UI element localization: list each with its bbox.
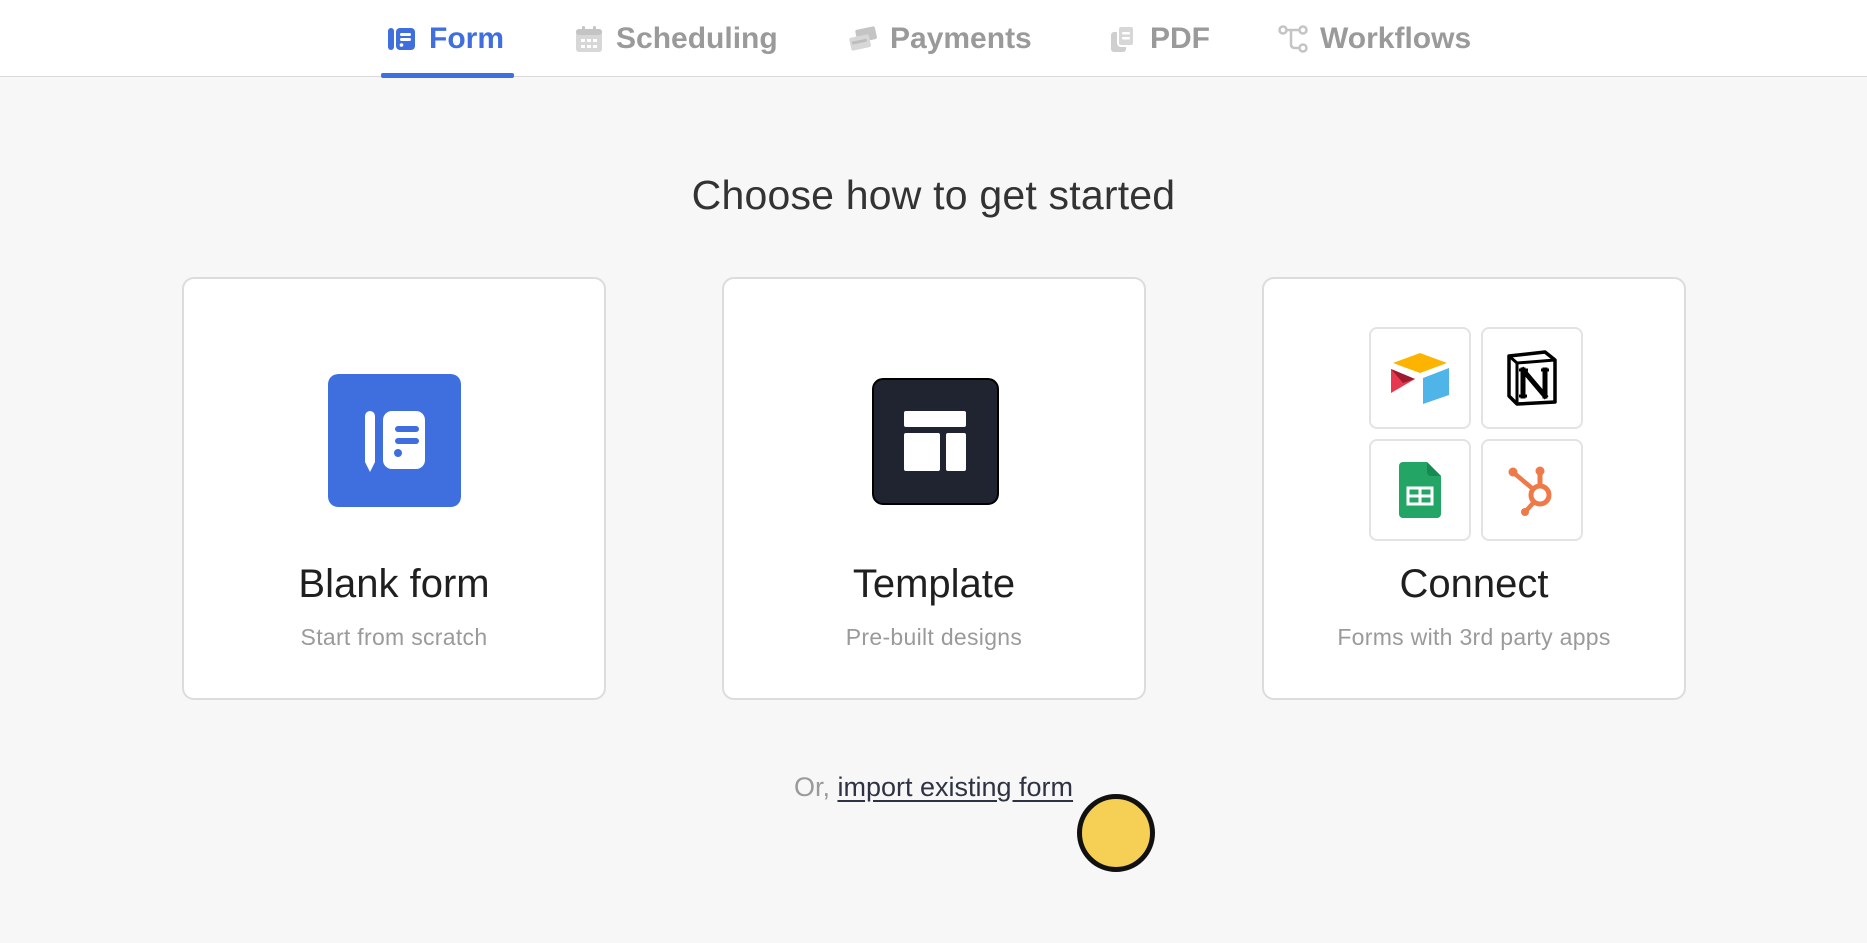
card-title: Connect bbox=[1399, 562, 1549, 606]
template-layout-icon bbox=[872, 378, 999, 505]
google-sheets-tile bbox=[1369, 439, 1471, 541]
hubspot-tile bbox=[1481, 439, 1583, 541]
calendar-icon bbox=[576, 25, 602, 52]
airtable-icon bbox=[1391, 353, 1449, 404]
cursor-indicator bbox=[1077, 794, 1155, 872]
tab-label: Workflows bbox=[1320, 21, 1472, 55]
pdf-icon bbox=[1111, 24, 1135, 52]
card-title: Template bbox=[852, 562, 1016, 606]
card-subtitle: Start from scratch bbox=[300, 624, 488, 650]
page-title: Choose how to get started bbox=[691, 172, 1176, 218]
card-title: Blank form bbox=[298, 562, 490, 606]
connect-card[interactable]: Connect Forms with 3rd party apps bbox=[1262, 277, 1686, 700]
import-existing-form-link[interactable]: import existing form bbox=[837, 772, 1073, 802]
import-prefix: Or, bbox=[793, 772, 830, 802]
card-subtitle: Pre-built designs bbox=[845, 624, 1023, 650]
tab-pdf[interactable]: PDF bbox=[1102, 0, 1216, 77]
workflow-icon bbox=[1278, 24, 1308, 53]
tab-form[interactable]: Form bbox=[381, 0, 514, 78]
template-card[interactable]: Template Pre-built designs bbox=[722, 277, 1146, 700]
airtable-tile bbox=[1369, 327, 1471, 429]
tab-scheduling[interactable]: Scheduling bbox=[568, 0, 784, 77]
tab-label: Payments bbox=[890, 21, 1032, 55]
import-line: Or, import existing form bbox=[0, 772, 1867, 803]
tab-label: Scheduling bbox=[616, 21, 778, 55]
google-sheets-icon bbox=[1399, 462, 1441, 518]
card-subtitle: Forms with 3rd party apps bbox=[1337, 624, 1611, 650]
payments-icon bbox=[849, 25, 877, 51]
tab-label: PDF bbox=[1150, 21, 1210, 55]
tab-label: Form bbox=[429, 21, 504, 55]
tab-payments[interactable]: Payments bbox=[842, 0, 1038, 77]
tab-workflows[interactable]: Workflows bbox=[1272, 0, 1477, 77]
blank-form-icon bbox=[328, 374, 461, 507]
top-nav: Form Scheduling Payments PDF Workflows bbox=[0, 0, 1867, 78]
blank-form-card[interactable]: Blank form Start from scratch bbox=[182, 277, 606, 700]
hubspot-icon bbox=[1508, 466, 1552, 516]
notion-icon bbox=[1507, 350, 1557, 406]
form-icon bbox=[388, 27, 415, 50]
notion-tile bbox=[1481, 327, 1583, 429]
